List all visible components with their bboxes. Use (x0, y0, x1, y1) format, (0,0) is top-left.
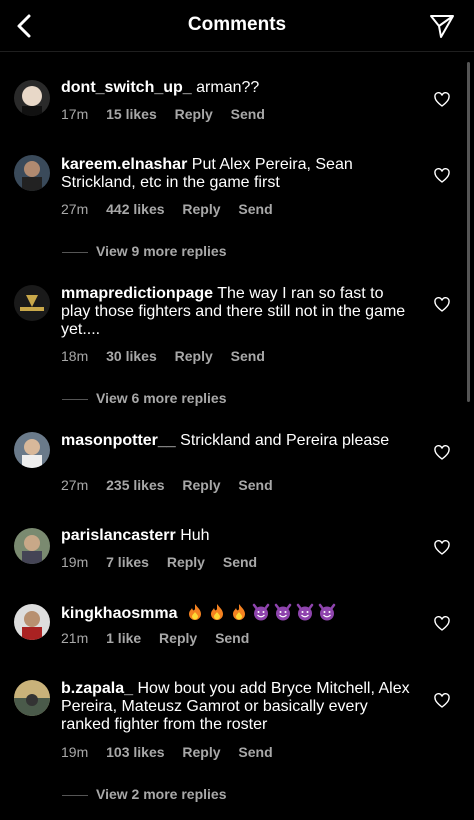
heart-outline-icon[interactable] (434, 693, 450, 709)
page-title: Comments (187, 14, 287, 35)
fire-emoji-icon (232, 604, 245, 620)
reply-button[interactable]: Reply (167, 554, 205, 570)
comment-username[interactable]: mmapredictionpage (61, 285, 213, 302)
likes-count[interactable]: 15 likes (106, 106, 157, 122)
avatar[interactable] (14, 155, 50, 191)
reply-button[interactable]: Reply (182, 744, 220, 760)
send-button[interactable]: Send (231, 348, 265, 364)
avatar[interactable] (14, 80, 50, 116)
comment-username[interactable]: kingkhaosmma (61, 605, 177, 622)
scrollbar[interactable] (467, 62, 470, 402)
likes-count[interactable]: 103 likes (106, 744, 164, 760)
comment-text: Strickland and Pereira please (180, 432, 390, 449)
smiling-devil-emoji-icon (296, 603, 314, 621)
comment-time: 27m (61, 201, 89, 217)
paper-plane-icon[interactable] (428, 12, 456, 40)
comment-time: 21m (61, 630, 89, 646)
smiling-devil-emoji-icon (318, 603, 336, 621)
reply-button[interactable]: Reply (182, 477, 220, 493)
divider (62, 398, 88, 400)
likes-count[interactable]: 1 like (106, 630, 141, 646)
header: Comments (0, 0, 474, 52)
comment-time: 19m (61, 744, 89, 760)
smiling-devil-emoji-icon (274, 603, 292, 621)
reply-button[interactable]: Reply (182, 201, 220, 217)
heart-outline-icon[interactable] (434, 445, 450, 461)
divider (62, 794, 88, 796)
heart-outline-icon[interactable] (434, 540, 450, 556)
comment-username[interactable]: dont_switch_up_ (61, 79, 192, 96)
avatar[interactable] (14, 680, 50, 716)
comment-text: Huh (180, 527, 210, 544)
comment-time: 19m (61, 554, 89, 570)
comment-time: 27m (61, 477, 89, 493)
send-button[interactable]: Send (238, 477, 272, 493)
comment-text: arman?? (196, 79, 260, 96)
view-replies-button[interactable]: View 9 more replies (62, 243, 226, 259)
reply-button[interactable]: Reply (159, 630, 197, 646)
comment-username[interactable]: kareem.elnashar (61, 156, 187, 173)
send-button[interactable]: Send (231, 106, 265, 122)
view-replies-button[interactable]: View 2 more replies (62, 786, 226, 802)
heart-outline-icon[interactable] (434, 616, 450, 632)
avatar[interactable] (14, 285, 50, 321)
divider (62, 251, 88, 253)
avatar[interactable] (14, 432, 50, 468)
fire-emoji-icon (210, 604, 223, 620)
send-button[interactable]: Send (215, 630, 249, 646)
view-replies-button[interactable]: View 6 more replies (62, 390, 226, 406)
reply-button[interactable]: Reply (175, 348, 213, 364)
smiling-devil-emoji-icon (252, 603, 270, 621)
avatar[interactable] (14, 604, 50, 640)
send-button[interactable]: Send (238, 201, 272, 217)
reply-button[interactable]: Reply (175, 106, 213, 122)
send-button[interactable]: Send (238, 744, 272, 760)
likes-count[interactable]: 30 likes (106, 348, 157, 364)
heart-outline-icon[interactable] (434, 168, 450, 184)
likes-count[interactable]: 442 likes (106, 201, 164, 217)
heart-outline-icon[interactable] (434, 297, 450, 313)
avatar[interactable] (14, 528, 50, 564)
comment-username[interactable]: parislancasterr (61, 527, 176, 544)
fire-emoji-icon (188, 604, 201, 620)
comment-username[interactable]: b.zapala_ (61, 680, 133, 697)
comment-time: 18m (61, 348, 89, 364)
heart-outline-icon[interactable] (434, 92, 450, 108)
comment-time: 17m (61, 106, 89, 122)
likes-count[interactable]: 235 likes (106, 477, 164, 493)
likes-count[interactable]: 7 likes (106, 554, 149, 570)
emoji-row (186, 603, 340, 622)
send-button[interactable]: Send (223, 554, 257, 570)
comment-username[interactable]: masonpotter__ (61, 432, 176, 449)
